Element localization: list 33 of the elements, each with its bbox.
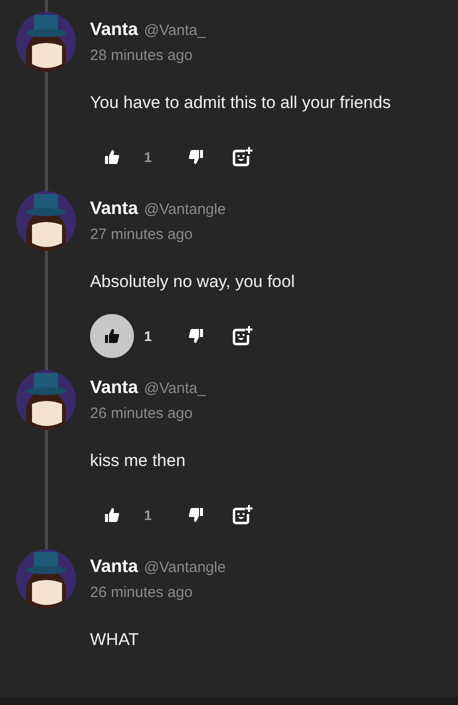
like-button[interactable] — [90, 314, 134, 358]
add-emoji-icon — [230, 504, 253, 526]
thumbs-up-icon — [104, 507, 120, 523]
like-count: 1 — [144, 148, 152, 166]
avatar — [16, 191, 76, 251]
author-handle: @Vanta_ — [144, 21, 206, 41]
author-name[interactable]: Vanta — [90, 553, 138, 580]
timestamp: 26 minutes ago — [90, 404, 193, 424]
thumbs-up-icon — [104, 328, 120, 344]
avatar — [16, 12, 76, 72]
comment-text: Absolutely no way, you fool — [90, 270, 295, 292]
add-emoji-icon — [230, 146, 253, 168]
thumbs-down-icon — [188, 328, 204, 344]
author-handle: @Vantangle — [144, 558, 226, 578]
avatar — [16, 370, 76, 430]
timestamp: 28 minutes ago — [90, 46, 193, 66]
avatar — [16, 549, 76, 609]
add-emoji-icon — [230, 325, 253, 347]
author-name[interactable]: Vanta — [90, 374, 138, 401]
timestamp: 26 minutes ago — [90, 583, 193, 603]
comment-text: WHAT — [90, 628, 139, 650]
thumbs-down-icon — [188, 149, 204, 165]
thumbs-down-icon — [188, 507, 204, 523]
like-count: 1 — [144, 506, 152, 524]
like-count: 1 — [144, 326, 152, 346]
thumbs-up-icon — [104, 149, 120, 165]
comment-text: kiss me then — [90, 450, 186, 472]
author-name[interactable]: Vanta — [90, 195, 138, 222]
timestamp: 27 minutes ago — [90, 225, 193, 245]
author-name[interactable]: Vanta — [90, 16, 138, 43]
comment-text: You have to admit this to all your friends — [90, 92, 391, 114]
author-handle: @Vantangle — [144, 200, 226, 220]
author-handle: @Vanta_ — [144, 379, 206, 399]
